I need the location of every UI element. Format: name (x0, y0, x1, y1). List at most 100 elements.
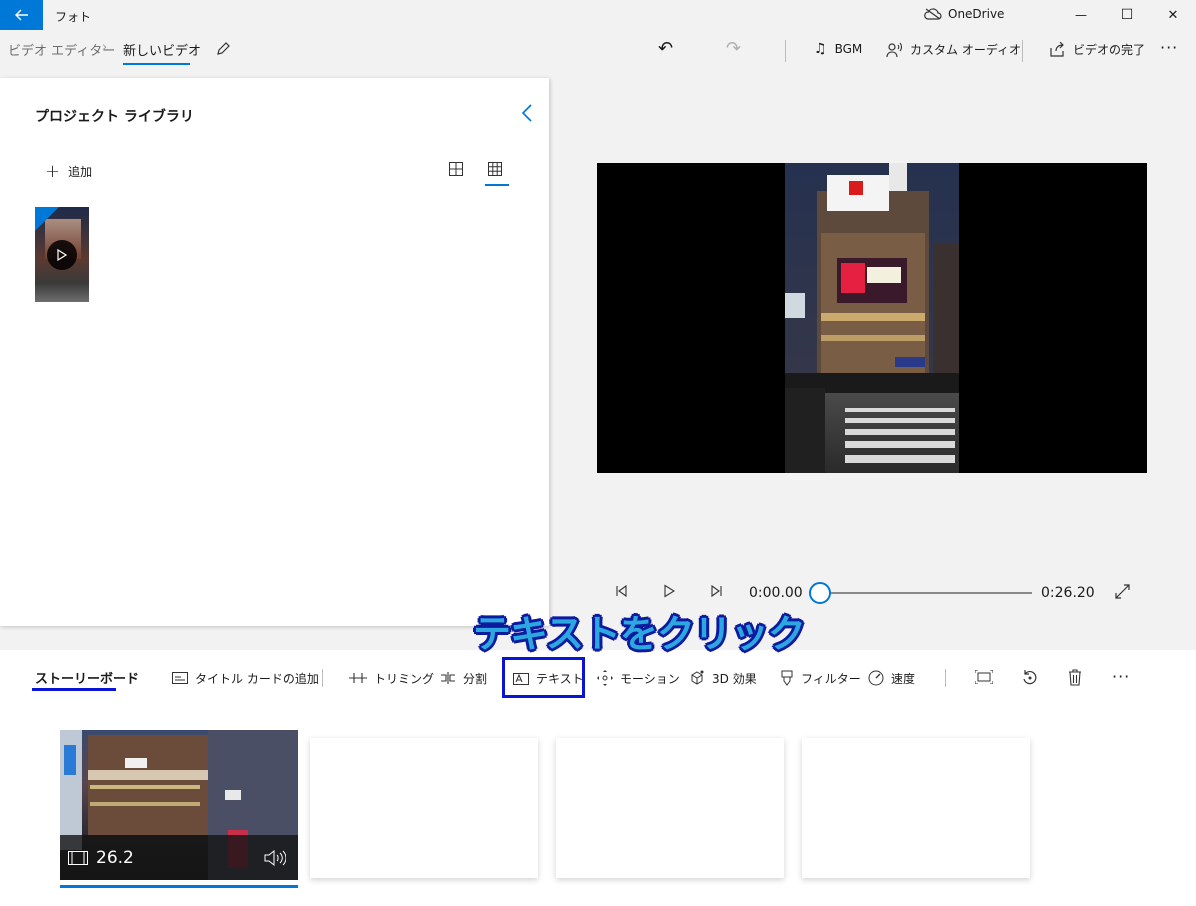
added-to-project-marker (35, 207, 59, 231)
clip-duration-badge: 26.2 (68, 848, 134, 868)
clip-volume-button[interactable] (264, 849, 287, 869)
breadcrumb-underline (123, 63, 190, 65)
library-title: プロジェクト ライブラリ (35, 109, 194, 125)
play-icon (664, 584, 676, 598)
custom-audio-button[interactable]: カスタム オーディオ (886, 41, 1021, 58)
view-selected-indicator (485, 184, 509, 186)
add-label: 追加 (68, 165, 93, 179)
maximize-button[interactable]: ☐ (1104, 0, 1150, 30)
close-button[interactable]: ✕ (1150, 0, 1196, 30)
title-bar (0, 0, 1196, 30)
next-frame-button[interactable] (710, 584, 724, 601)
add-media-button[interactable]: + 追加 (45, 161, 92, 182)
seek-bar[interactable] (820, 592, 1032, 594)
title-card-label: タイトル カードの追加 (195, 671, 319, 686)
filter-button[interactable]: フィルター (780, 668, 861, 688)
storyboard-title: ストーリーボード (35, 672, 140, 687)
minimize-icon: — (1075, 8, 1087, 22)
toolbar-divider (1022, 40, 1023, 62)
total-time: 0:26.20 (1041, 585, 1095, 601)
minimize-button[interactable]: — (1058, 0, 1104, 30)
maximize-icon: ☐ (1120, 7, 1134, 23)
text-button-highlight (502, 657, 585, 698)
toolbar-divider (322, 669, 323, 687)
play-icon (57, 249, 67, 261)
speed-button[interactable]: 速度 (868, 668, 915, 688)
remove-black-bars-button[interactable] (974, 669, 994, 687)
breadcrumb-current: 新しいビデオ (123, 44, 202, 59)
onedrive-label: OneDrive (948, 7, 1005, 21)
storyboard-more-button[interactable]: ··· (1112, 667, 1130, 686)
storyboard-empty-slot[interactable] (802, 738, 1030, 878)
breadcrumb-chevron-icon: › (102, 40, 108, 55)
clip-duration: 26.2 (96, 848, 134, 868)
app-title: フォト (55, 10, 92, 24)
play-overlay (47, 240, 77, 270)
redo-button[interactable]: ↷ (726, 38, 741, 59)
toolbar-divider (785, 40, 786, 62)
3d-effects-button[interactable]: 3D 効果 (689, 668, 757, 688)
motion-button[interactable]: モーション (597, 668, 680, 688)
custom-audio-label: カスタム オーディオ (910, 43, 1021, 57)
fullscreen-button[interactable] (1115, 584, 1130, 602)
cloud-off-icon (924, 8, 942, 20)
speed-label: 速度 (891, 671, 916, 686)
storyboard-empty-slot[interactable] (556, 738, 784, 878)
toolbar-divider (945, 669, 946, 687)
split-button[interactable]: 分割 (440, 668, 487, 688)
finish-video-label: ビデオの完了 (1073, 43, 1146, 57)
trim-label: トリミング (374, 671, 435, 686)
speaker-icon (264, 849, 287, 867)
pencil-icon (217, 42, 230, 55)
storyboard-empty-slot[interactable] (310, 738, 538, 878)
3d-effects-icon (691, 670, 704, 685)
undo-button[interactable]: ↶ (658, 38, 673, 59)
previous-frame-button[interactable] (614, 584, 628, 601)
preview-frame (785, 163, 959, 473)
chevron-left-icon (521, 104, 532, 122)
3d-effects-label: 3D 効果 (712, 671, 757, 686)
grid-large-icon (449, 162, 463, 176)
step-forward-icon (711, 584, 722, 598)
split-icon (441, 672, 455, 684)
expand-icon (1115, 584, 1130, 599)
video-preview[interactable] (597, 163, 1147, 473)
storyboard-underline (32, 688, 116, 691)
back-button[interactable] (0, 0, 43, 30)
onedrive-status[interactable]: OneDrive (924, 7, 1004, 21)
grid-small-icon (488, 162, 502, 176)
filter-icon (781, 670, 793, 686)
library-video-thumbnail[interactable] (35, 207, 89, 302)
delete-button[interactable] (1068, 669, 1082, 689)
clip-selected-indicator (60, 885, 298, 888)
motion-icon (597, 670, 613, 686)
storyboard-clip[interactable]: 26.2 (60, 730, 298, 880)
custom-audio-icon (886, 42, 902, 57)
seek-thumb[interactable] (809, 582, 831, 604)
play-button[interactable] (663, 584, 676, 601)
rename-button[interactable] (215, 41, 231, 60)
share-icon (1050, 42, 1064, 57)
rotate-icon (1023, 670, 1037, 685)
title-card-icon (172, 672, 188, 684)
rotate-button[interactable] (1022, 669, 1038, 688)
small-grid-view-button[interactable] (487, 161, 503, 180)
trim-icon (349, 673, 367, 683)
breadcrumb-parent[interactable]: ビデオ エディター (8, 40, 115, 59)
large-grid-view-button[interactable] (448, 161, 464, 180)
finish-video-button[interactable]: ビデオの完了 (1049, 41, 1145, 58)
plus-icon: + (45, 161, 61, 182)
trim-button[interactable]: トリミング (349, 668, 434, 688)
more-options-button[interactable]: ··· (1160, 38, 1178, 57)
current-time: 0:00.00 (749, 585, 803, 601)
filter-label: フィルター (801, 671, 861, 686)
film-icon (68, 851, 88, 865)
add-title-card-button[interactable]: タイトル カードの追加 (172, 668, 319, 688)
bgm-button[interactable]: ♫ BGM (814, 41, 862, 57)
step-back-icon (616, 584, 627, 598)
music-note-icon: ♫ (814, 41, 827, 57)
collapse-panel-button[interactable] (521, 104, 533, 125)
close-icon: ✕ (1167, 7, 1179, 23)
back-arrow-icon (14, 9, 28, 21)
annotation-callout: テキストをクリック (473, 612, 806, 656)
